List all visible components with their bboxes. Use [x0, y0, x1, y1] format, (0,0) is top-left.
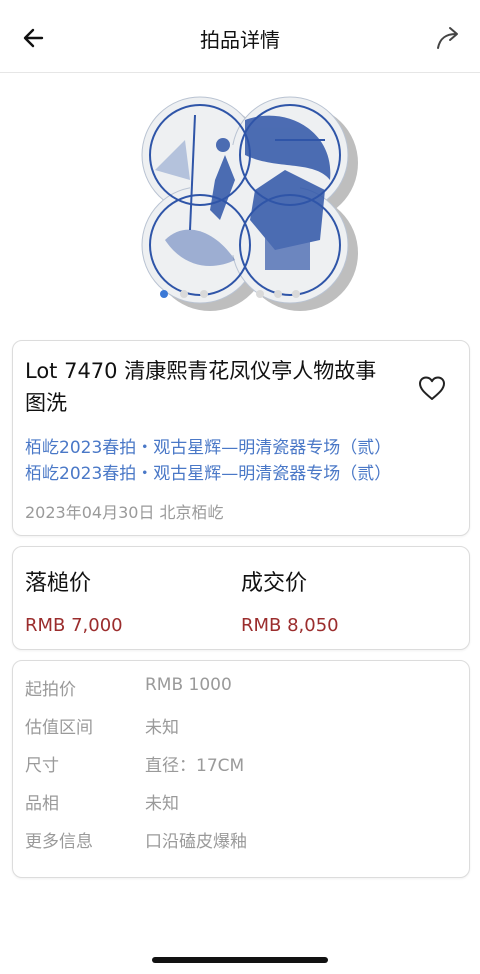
detail-row: 品相 未知 [25, 789, 455, 819]
pagination-dot[interactable] [292, 290, 300, 298]
sale-link[interactable]: 栢屹2023春拍・观古星辉—明清瓷器专场（贰） [25, 433, 391, 458]
hammer-price-label: 落槌价 [25, 571, 92, 596]
pagination-dot[interactable] [274, 290, 282, 298]
detail-label: 起拍价 [25, 680, 76, 700]
pagination-dot[interactable] [256, 290, 264, 298]
detail-value: 未知 [145, 794, 179, 814]
detail-label: 估值区间 [25, 718, 93, 738]
detail-row: 尺寸 直径：17CM [25, 751, 455, 781]
page-title: 拍品详情 [200, 28, 280, 52]
pagination-dot[interactable] [180, 290, 188, 298]
lot-info-card: Lot 7470 清康熙青花凤仪亭人物故事图洗 栢屹2023春拍・观古星辉—明清… [12, 340, 470, 536]
navigation-bar: 拍品详情 [0, 0, 480, 73]
hammer-price-value: RMB 7,000 [25, 615, 123, 636]
sale-link[interactable]: 栢屹2023春拍・观古星辉—明清瓷器专场（贰） [25, 459, 391, 484]
price-card: 落槌价 RMB 7,000 成交价 RMB 8,050 [12, 546, 470, 650]
lot-image [141, 96, 358, 311]
detail-row: 更多信息 口沿磕皮爆釉 [25, 827, 455, 857]
detail-label: 更多信息 [25, 832, 93, 852]
detail-value: 未知 [145, 718, 179, 738]
detail-label: 尺寸 [25, 756, 59, 776]
pagination-dot[interactable] [200, 290, 208, 298]
detail-row: 起拍价 RMB 1000 [25, 675, 455, 705]
lot-title: Lot 7470 清康熙青花凤仪亭人物故事图洗 [25, 359, 377, 415]
heart-outline-icon[interactable] [417, 373, 447, 403]
gallery-pagination [0, 286, 480, 302]
detail-value: RMB 1000 [145, 675, 232, 695]
lot-image-gallery[interactable] [0, 80, 480, 320]
deal-price-label: 成交价 [241, 571, 308, 596]
sale-date-location: 2023年04月30日 北京栢屹 [25, 503, 224, 522]
detail-label: 品相 [25, 794, 59, 814]
lot-details-card: 起拍价 RMB 1000 估值区间 未知 尺寸 直径：17CM 品相 未知 更多… [12, 660, 470, 878]
pagination-dot[interactable] [160, 290, 168, 298]
home-indicator[interactable] [152, 957, 328, 963]
detail-row: 估值区间 未知 [25, 713, 455, 743]
share-arrow-icon[interactable] [434, 24, 462, 52]
deal-price-value: RMB 8,050 [241, 615, 339, 636]
detail-value: 口沿磕皮爆釉 [145, 832, 247, 852]
detail-value: 直径：17CM [145, 756, 245, 776]
